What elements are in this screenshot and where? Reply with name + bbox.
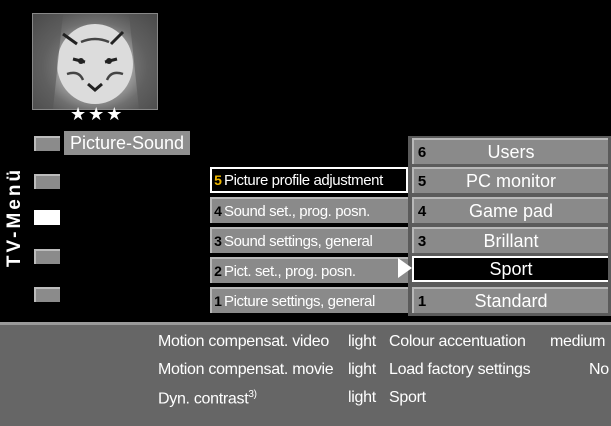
- profile-item-number: 2: [417, 260, 427, 278]
- menu-square-2[interactable]: [34, 174, 60, 189]
- info-value: light: [348, 389, 376, 406]
- profile-item-label: Users: [487, 141, 535, 162]
- footnote-mark: 3): [248, 389, 257, 400]
- info-key: Sport: [389, 389, 426, 406]
- submenu-item-label: Sound set., prog. posn.: [224, 202, 370, 220]
- submenu-item-picture-profile[interactable]: 5 Picture profile adjustment: [210, 167, 408, 193]
- tiger-image: [33, 14, 157, 109]
- profile-item-number: 5: [417, 172, 427, 190]
- info-value: light: [348, 333, 376, 350]
- profile-item-number: 1: [417, 292, 427, 310]
- info-key: Load factory settings: [389, 361, 531, 378]
- profile-item-number: 4: [417, 202, 427, 220]
- submenu-item-sound-general[interactable]: 3 Sound settings, general: [210, 227, 408, 253]
- profile-item-pc-monitor[interactable]: 5 PC monitor: [412, 167, 608, 193]
- rating-stars: ★★★: [70, 104, 125, 124]
- info-value: No: [589, 361, 609, 378]
- selection-arrow-icon: [398, 258, 412, 278]
- submenu-item-number: 3: [214, 233, 222, 249]
- profile-item-label: Brillant: [483, 230, 539, 251]
- tv-menu-text: TV-Menü: [4, 166, 26, 268]
- info-key: Motion compensat. movie: [158, 361, 334, 378]
- profile-item-number: 6: [417, 143, 427, 161]
- profile-item-standard[interactable]: 1 Standard: [412, 287, 608, 313]
- submenu-item-pict-prog[interactable]: 2 Pict. set., prog. posn.: [210, 257, 408, 283]
- submenu-item-number: 2: [214, 263, 222, 279]
- profile-item-label: PC monitor: [465, 170, 557, 191]
- section-title: Picture-Sound: [64, 131, 191, 155]
- submenu-item-picture-general[interactable]: 1 Picture settings, general: [210, 287, 408, 313]
- profile-item-users[interactable]: 6 Users: [412, 138, 608, 164]
- submenu-item-label: Pict. set., prog. posn.: [224, 262, 356, 280]
- info-key-text: Dyn. contrast: [158, 390, 249, 408]
- menu-square-3-active[interactable]: [34, 210, 60, 225]
- menu-square-4[interactable]: [34, 249, 60, 264]
- info-key: Motion compensat. video: [158, 333, 329, 350]
- submenu-item-label: Picture profile adjustment: [224, 171, 383, 189]
- profile-item-label: Game pad: [468, 200, 554, 221]
- profile-item-label: Standard: [474, 290, 548, 311]
- menu-square-1[interactable]: [34, 136, 60, 151]
- preview-thumbnail: [32, 13, 158, 110]
- info-value: light: [348, 361, 376, 378]
- tv-menu-label: TV-Menü: [0, 132, 30, 302]
- profile-item-number: 3: [417, 232, 427, 250]
- submenu-item-label: Sound settings, general: [224, 232, 373, 250]
- profile-item-sport[interactable]: 2 Sport: [412, 256, 608, 282]
- submenu-item-sound-prog[interactable]: 4 Sound set., prog. posn.: [210, 197, 408, 223]
- profile-item-brillant[interactable]: 3 Brillant: [412, 227, 608, 253]
- info-value: medium: [550, 333, 606, 350]
- info-panel: Motion compensat. video light Colour acc…: [0, 322, 611, 426]
- submenu-item-number: 4: [214, 203, 222, 219]
- menu-square-5[interactable]: [34, 287, 60, 302]
- info-key: Colour accentuation: [389, 333, 526, 350]
- profile-item-label: Sport: [489, 258, 533, 279]
- submenu-item-number: 1: [214, 293, 222, 309]
- info-key: Dyn. contrast3): [158, 389, 257, 408]
- submenu-item-label: Picture settings, general: [224, 292, 375, 310]
- profile-item-game-pad[interactable]: 4 Game pad: [412, 197, 608, 223]
- submenu-item-number: 5: [214, 172, 222, 188]
